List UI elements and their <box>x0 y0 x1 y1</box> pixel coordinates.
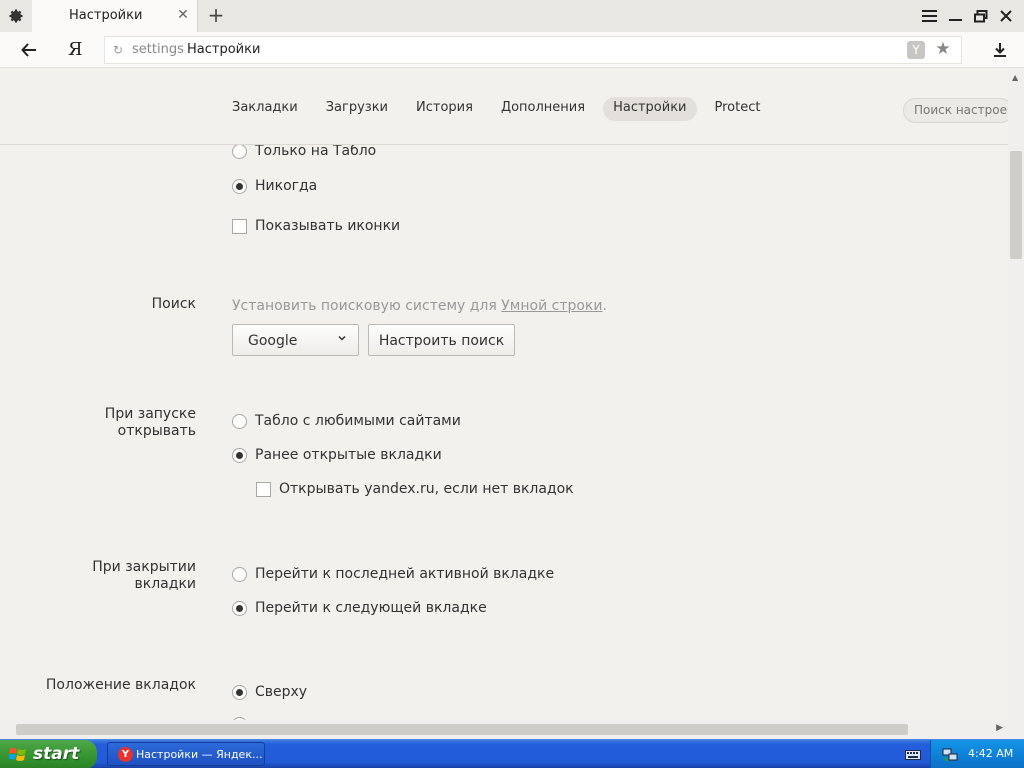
settings-search-input[interactable]: Поиск настроек <box>903 98 1013 123</box>
windows-taskbar: start Y Настройки — Яндек... 4:42 AM <box>0 739 1024 768</box>
scrollbar-corner <box>1008 720 1024 739</box>
radio-startup-previous[interactable]: Ранее открытые вкладки <box>232 447 442 463</box>
configure-search-button[interactable]: Настроить поиск <box>368 324 515 356</box>
label-line: При запуске <box>104 406 196 422</box>
search-engine-value: Google <box>248 333 298 349</box>
close-icon[interactable]: ✕ <box>177 8 189 22</box>
hint-suffix: . <box>602 298 607 314</box>
scroll-right-arrow-icon[interactable]: ▶ <box>996 723 1003 733</box>
radio-never[interactable]: Никогда <box>232 178 317 194</box>
radio-startup-tablo[interactable]: Табло с любимыми сайтами <box>232 413 461 429</box>
checkbox[interactable] <box>232 218 247 234</box>
tab-title: Настройки <box>69 8 143 23</box>
settings-nav: Закладки Загрузки История Дополнения Нас… <box>222 97 778 121</box>
vertical-scrollbar[interactable]: ▲ <box>1008 69 1024 720</box>
radio-label: Перейти к последней активной вкладке <box>255 566 555 582</box>
radio-tablo-only[interactable]: Только на Табло <box>232 145 376 159</box>
radio-button[interactable] <box>232 145 247 159</box>
windows-flag-icon <box>9 748 26 761</box>
search-hint: Установить поисковую систему для Умной с… <box>232 298 607 314</box>
label-line: вкладки <box>134 576 196 592</box>
hint-text: Установить поисковую систему для <box>232 298 502 314</box>
address-title: Настройки <box>187 42 261 57</box>
system-tray: 4:42 AM <box>930 740 1024 768</box>
horizontal-scrollbar[interactable]: ▶ <box>0 720 1008 739</box>
tab-bar: Настройки ✕ + <box>0 0 1024 32</box>
browser-tab-settings[interactable]: Настройки ✕ <box>32 0 198 32</box>
radio-label: Никогда <box>255 178 318 194</box>
bookmark-star-icon[interactable]: ★ <box>934 39 952 59</box>
yandex-browser-icon: Y <box>118 747 133 762</box>
nav-downloads[interactable]: Загрузки <box>316 97 398 121</box>
radio-close-last-active[interactable]: Перейти к последней активной вкладке <box>232 566 554 582</box>
label-line: При закрытии <box>92 559 196 575</box>
protect-shield-icon[interactable]: Y <box>907 41 925 59</box>
checkbox-show-icons[interactable]: Показывать иконки <box>232 218 400 234</box>
start-button[interactable]: start <box>0 740 97 768</box>
radio-label: Перейти к следующей вкладке <box>255 600 487 616</box>
taskbar-item-browser[interactable]: Y Настройки — Яндек... <box>107 742 265 766</box>
radio-button-selected[interactable] <box>232 600 247 616</box>
section-label-tab-position: Положение вкладок <box>45 677 196 693</box>
radio-button-selected[interactable] <box>232 178 247 194</box>
settings-gear-icon[interactable] <box>6 7 26 25</box>
taskbar-item-label: Настройки — Яндек... <box>136 748 263 761</box>
clock: 4:42 AM <box>968 747 1014 760</box>
radio-label: Ранее открытые вкладки <box>255 447 442 463</box>
nav-extensions[interactable]: Дополнения <box>491 97 595 121</box>
checkbox-label: Открывать yandex.ru, если нет вкладок <box>279 481 574 497</box>
label-line: открывать <box>117 423 196 439</box>
radio-button[interactable] <box>232 566 247 582</box>
settings-header: Закладки Загрузки История Дополнения Нас… <box>0 69 1013 145</box>
checkbox-label: Показывать иконки <box>255 218 401 234</box>
reload-icon: ↻ <box>113 43 124 57</box>
radio-label: Табло с любимыми сайтами <box>255 413 461 429</box>
nav-history[interactable]: История <box>406 97 483 121</box>
radio-button[interactable] <box>232 413 247 429</box>
minimize-icon[interactable] <box>946 8 964 24</box>
chevron-down-icon <box>338 335 346 341</box>
smart-line-link[interactable]: Умной строки <box>501 298 602 314</box>
nav-settings[interactable]: Настройки <box>603 97 697 121</box>
address-prefix: settings <box>132 42 184 57</box>
radio-tabs-top[interactable]: Сверху <box>232 684 307 700</box>
search-engine-select[interactable]: Google <box>232 324 359 356</box>
scroll-thumb[interactable] <box>16 724 908 735</box>
section-label-search: Поиск <box>151 296 196 312</box>
section-label-on-close: При закрытии вкладки <box>92 559 196 593</box>
close-window-icon[interactable] <box>997 8 1015 24</box>
address-bar-row: Я ↻ settings Настройки Y ★ <box>0 32 1024 68</box>
radio-button-selected[interactable] <box>232 684 247 700</box>
radio-label: Только на Табло <box>255 145 377 159</box>
new-tab-plus-icon[interactable]: + <box>206 5 226 27</box>
checkbox-open-yandex[interactable]: Открывать yandex.ru, если нет вкладок <box>256 481 574 497</box>
keyboard-icon[interactable] <box>905 747 921 761</box>
address-input[interactable]: ↻ settings Настройки Y ★ <box>104 36 962 64</box>
radio-label: Сверху <box>255 684 308 700</box>
nav-bookmarks[interactable]: Закладки <box>222 97 308 121</box>
settings-content: Только на Табло Никогда Показывать иконк… <box>0 145 1008 720</box>
radio-close-next[interactable]: Перейти к следующей вкладке <box>232 600 487 616</box>
restore-icon[interactable] <box>972 8 990 24</box>
download-icon[interactable] <box>990 40 1010 60</box>
scroll-up-arrow-icon[interactable]: ▲ <box>1012 73 1018 82</box>
section-label-startup: При запуске открывать <box>105 406 196 440</box>
network-icon[interactable] <box>942 746 958 762</box>
yandex-logo[interactable]: Я <box>68 39 83 60</box>
start-label: start <box>33 744 80 764</box>
radio-button-selected[interactable] <box>232 447 247 463</box>
nav-protect[interactable]: Protect <box>705 97 771 121</box>
scroll-thumb[interactable] <box>1010 151 1022 259</box>
menu-hamburger-icon[interactable] <box>920 8 938 24</box>
checkbox[interactable] <box>256 481 271 497</box>
back-arrow-icon[interactable] <box>18 40 40 60</box>
